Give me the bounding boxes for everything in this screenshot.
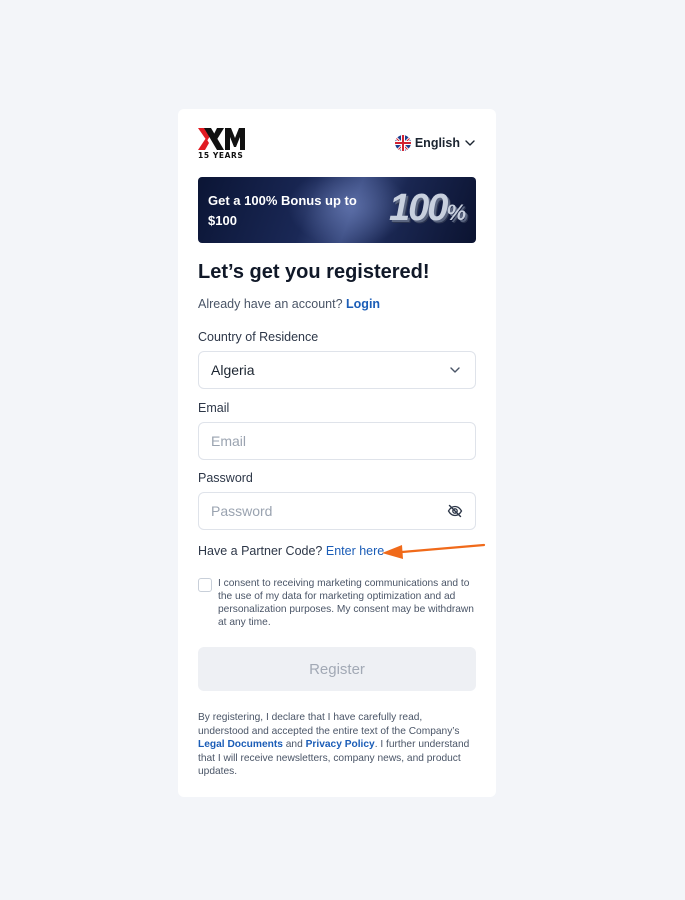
email-label: Email bbox=[198, 401, 230, 415]
banner-percent: % bbox=[446, 200, 466, 225]
logo-subtitle: 15 YEARS bbox=[198, 151, 244, 160]
banner-text: Get a 100% Bonus up to $100 bbox=[208, 193, 357, 228]
login-link[interactable]: Login bbox=[346, 297, 380, 311]
card-header: 15 YEARS English bbox=[198, 128, 476, 162]
partner-code-text: Have a Partner Code? bbox=[198, 544, 323, 558]
banner-big-number: 100% bbox=[389, 187, 466, 230]
consent-text: I consent to receiving marketing communi… bbox=[218, 578, 474, 628]
password-field-wrapper bbox=[198, 492, 476, 530]
bonus-banner[interactable]: Get a 100% Bonus up to $100 100% bbox=[198, 177, 476, 243]
legal-notice: By registering, I declare that I have ca… bbox=[198, 711, 476, 779]
password-input[interactable] bbox=[211, 503, 447, 519]
legal-and-text: and bbox=[285, 739, 303, 750]
privacy-policy-link[interactable]: Privacy Policy bbox=[306, 739, 375, 750]
email-input[interactable] bbox=[211, 433, 463, 449]
email-field-wrapper bbox=[198, 422, 476, 460]
legal-text-1: By registering, I declare that I have ca… bbox=[198, 712, 460, 737]
language-label: English bbox=[414, 136, 460, 150]
country-select[interactable]: Algeria bbox=[198, 351, 476, 389]
partner-code-row: Have a Partner Code? Enter here bbox=[198, 544, 384, 558]
partner-code-link[interactable]: Enter here bbox=[326, 544, 384, 558]
country-value: Algeria bbox=[211, 362, 255, 378]
xm-logo-mark bbox=[198, 128, 245, 150]
xm-logo[interactable]: 15 YEARS bbox=[198, 128, 248, 162]
chevron-down-icon bbox=[465, 140, 475, 146]
page-title: Let’s get you registered! bbox=[198, 261, 430, 283]
consent-checkbox[interactable] bbox=[198, 578, 212, 592]
legal-documents-link[interactable]: Legal Documents bbox=[198, 739, 283, 750]
password-label: Password bbox=[198, 471, 253, 485]
eye-off-icon[interactable] bbox=[447, 503, 463, 519]
language-selector[interactable]: English bbox=[394, 134, 476, 152]
country-label: Country of Residence bbox=[198, 330, 319, 344]
orange-arrow-annotation bbox=[382, 543, 486, 559]
account-prompt-text: Already have an account? bbox=[198, 297, 343, 311]
register-button[interactable]: Register bbox=[198, 647, 476, 691]
account-prompt: Already have an account? Login bbox=[198, 297, 380, 311]
banner-number: 100 bbox=[389, 187, 448, 229]
uk-flag-icon bbox=[394, 135, 411, 151]
registration-card: 15 YEARS English Get a 100% Bonus up to … bbox=[178, 109, 496, 797]
page: 15 YEARS English Get a 100% Bonus up to … bbox=[0, 0, 685, 900]
chevron-down-icon bbox=[450, 367, 460, 373]
